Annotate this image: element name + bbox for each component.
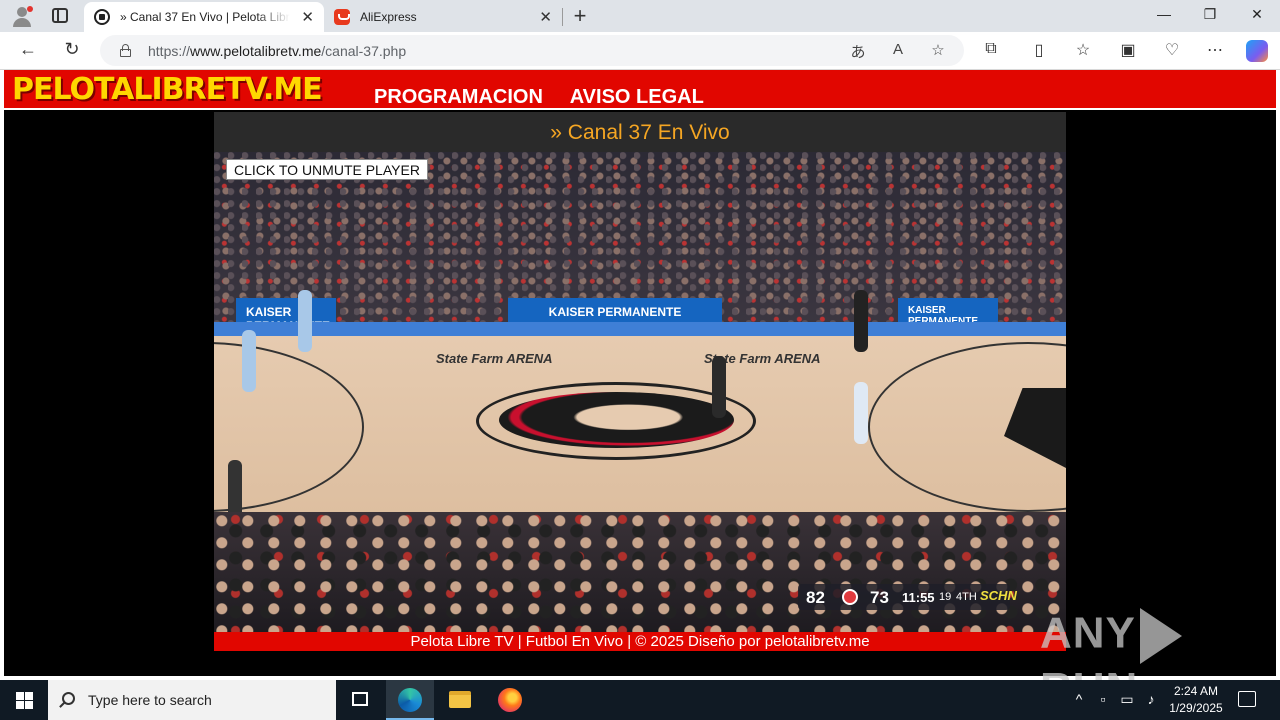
nav-aviso-legal-link[interactable]: AVISO LEGAL bbox=[570, 86, 704, 108]
home-score: 73 bbox=[870, 588, 889, 607]
task-view-button[interactable] bbox=[336, 680, 384, 720]
taskbar-edge[interactable] bbox=[386, 680, 434, 720]
translate-icon[interactable]: あ bbox=[848, 41, 868, 62]
aliexpress-icon bbox=[334, 9, 350, 25]
lock-icon[interactable] bbox=[120, 44, 131, 57]
close-tab-icon[interactable]: ✕ bbox=[539, 8, 552, 26]
tray-chevron-up-icon[interactable]: ^ bbox=[1070, 691, 1088, 707]
volume-icon[interactable]: ♪ bbox=[1142, 691, 1160, 707]
search-icon bbox=[62, 692, 75, 705]
browser-essentials-icon[interactable]: ♡ bbox=[1161, 40, 1183, 60]
game-period: 4TH bbox=[956, 591, 977, 603]
split-screen-icon[interactable]: ▯ bbox=[1028, 40, 1050, 60]
taskbar-clock[interactable]: 2:24 AM 1/29/2025 bbox=[1166, 683, 1226, 717]
site-header: PELOTALIBRETV.ME PROGRAMACION AVISO LEGA… bbox=[4, 70, 1276, 110]
taskbar-firefox[interactable] bbox=[486, 680, 534, 720]
play-triangle-icon bbox=[1139, 608, 1182, 664]
site-logo[interactable]: PELOTALIBRETV.ME bbox=[12, 72, 323, 107]
soccer-ball-icon bbox=[94, 9, 110, 25]
restore-button[interactable]: ❐ bbox=[1200, 6, 1220, 23]
network-icon[interactable]: ▭ bbox=[1118, 691, 1136, 708]
video-player[interactable]: KAISER PERMANENTE KAISER PERMANENTE KAIS… bbox=[214, 152, 1066, 632]
windows-taskbar: Type here to search ^ ▫ ▭ ♪ 2:24 AM 1/29… bbox=[0, 680, 1280, 720]
unmute-player-button[interactable]: CLICK TO UNMUTE PLAYER bbox=[226, 159, 428, 180]
tab-separator bbox=[562, 8, 563, 26]
away-score: 82 bbox=[806, 588, 825, 607]
player-figure bbox=[298, 290, 312, 352]
start-button[interactable] bbox=[0, 680, 48, 720]
read-aloud-icon[interactable]: A bbox=[888, 41, 908, 58]
url-text[interactable]: https://www.pelotalibretv.me/canal-37.ph… bbox=[148, 43, 406, 59]
tab-canal-37[interactable]: » Canal 37 En Vivo | Pelota Libre TV ✕ bbox=[84, 2, 324, 32]
hawks-logo-icon bbox=[842, 589, 858, 605]
referee-figure bbox=[854, 290, 868, 352]
more-menu-icon[interactable]: ⋯ bbox=[1204, 40, 1226, 60]
profile-avatar-icon[interactable] bbox=[10, 5, 34, 27]
address-bar[interactable]: https://www.pelotalibretv.me/canal-37.ph… bbox=[100, 35, 964, 66]
page-title: » Canal 37 En Vivo bbox=[214, 112, 1066, 152]
tray-device-icon[interactable]: ▫ bbox=[1094, 691, 1112, 707]
browser-tab-strip: » Canal 37 En Vivo | Pelota Libre TV ✕ A… bbox=[0, 0, 1280, 32]
close-tab-icon[interactable]: ✕ bbox=[301, 8, 314, 26]
favorites-icon[interactable]: ☆ bbox=[1072, 40, 1094, 60]
close-window-button[interactable]: ✕ bbox=[1247, 6, 1267, 23]
edge-icon bbox=[398, 688, 422, 712]
network-logo: SCHN bbox=[980, 588, 1017, 603]
site-frame: PELOTALIBRETV.ME PROGRAMACION AVISO LEGA… bbox=[4, 70, 1276, 676]
player-figure bbox=[854, 382, 868, 444]
clock-date: 1/29/2025 bbox=[1169, 701, 1223, 715]
site-nav: PROGRAMACION AVISO LEGAL bbox=[374, 86, 726, 109]
windows-logo-icon bbox=[16, 692, 33, 709]
game-clock: 11:55 bbox=[902, 590, 935, 605]
folder-icon bbox=[449, 691, 471, 708]
court-text-left: State Farm ARENA bbox=[436, 351, 553, 366]
refresh-button[interactable]: ↻ bbox=[61, 39, 83, 60]
favorite-star-icon[interactable]: ☆ bbox=[928, 41, 948, 59]
copilot-icon[interactable] bbox=[1246, 40, 1268, 62]
player-container: » Canal 37 En Vivo KAISER PERMANENTE KAI… bbox=[214, 112, 1066, 652]
video-crowd-bottom bbox=[214, 512, 1066, 632]
tab-title: AliExpress bbox=[360, 10, 417, 24]
browser-toolbar: ← ↻ https://www.pelotalibretv.me/canal-3… bbox=[0, 32, 1280, 70]
tab-title: » Canal 37 En Vivo | Pelota Libre TV bbox=[120, 10, 290, 24]
extensions-icon[interactable]: ⧉ bbox=[980, 40, 1002, 58]
nav-programacion-link[interactable]: PROGRAMACION bbox=[374, 86, 543, 108]
collections-icon[interactable]: ▣ bbox=[1117, 40, 1139, 60]
taskbar-search-box[interactable]: Type here to search bbox=[48, 680, 336, 720]
shot-clock: 19 bbox=[939, 591, 952, 603]
tab-actions-icon[interactable] bbox=[52, 8, 68, 23]
court-sideline bbox=[214, 322, 1066, 336]
back-button[interactable]: ← bbox=[17, 39, 39, 60]
clock-time: 2:24 AM bbox=[1173, 684, 1219, 698]
tab-aliexpress[interactable]: AliExpress ✕ bbox=[324, 2, 562, 32]
taskbar-file-explorer[interactable] bbox=[436, 680, 484, 720]
task-view-icon bbox=[352, 692, 368, 706]
site-footer: Pelota Libre TV | Futbol En Vivo | © 202… bbox=[214, 632, 1066, 651]
firefox-icon bbox=[498, 688, 522, 712]
web-page: PELOTALIBRETV.ME PROGRAMACION AVISO LEGA… bbox=[0, 70, 1280, 680]
search-placeholder: Type here to search bbox=[88, 692, 212, 708]
player-figure bbox=[712, 356, 726, 418]
scoreboard-overlay: 82 73 11:55 19 4TH SCHN bbox=[798, 584, 1017, 610]
player-figure bbox=[242, 330, 256, 392]
new-tab-button[interactable]: + bbox=[570, 3, 590, 29]
minimize-button[interactable]: — bbox=[1154, 6, 1174, 22]
notification-icon[interactable] bbox=[1238, 691, 1256, 707]
hawks-center-logo bbox=[499, 392, 734, 448]
